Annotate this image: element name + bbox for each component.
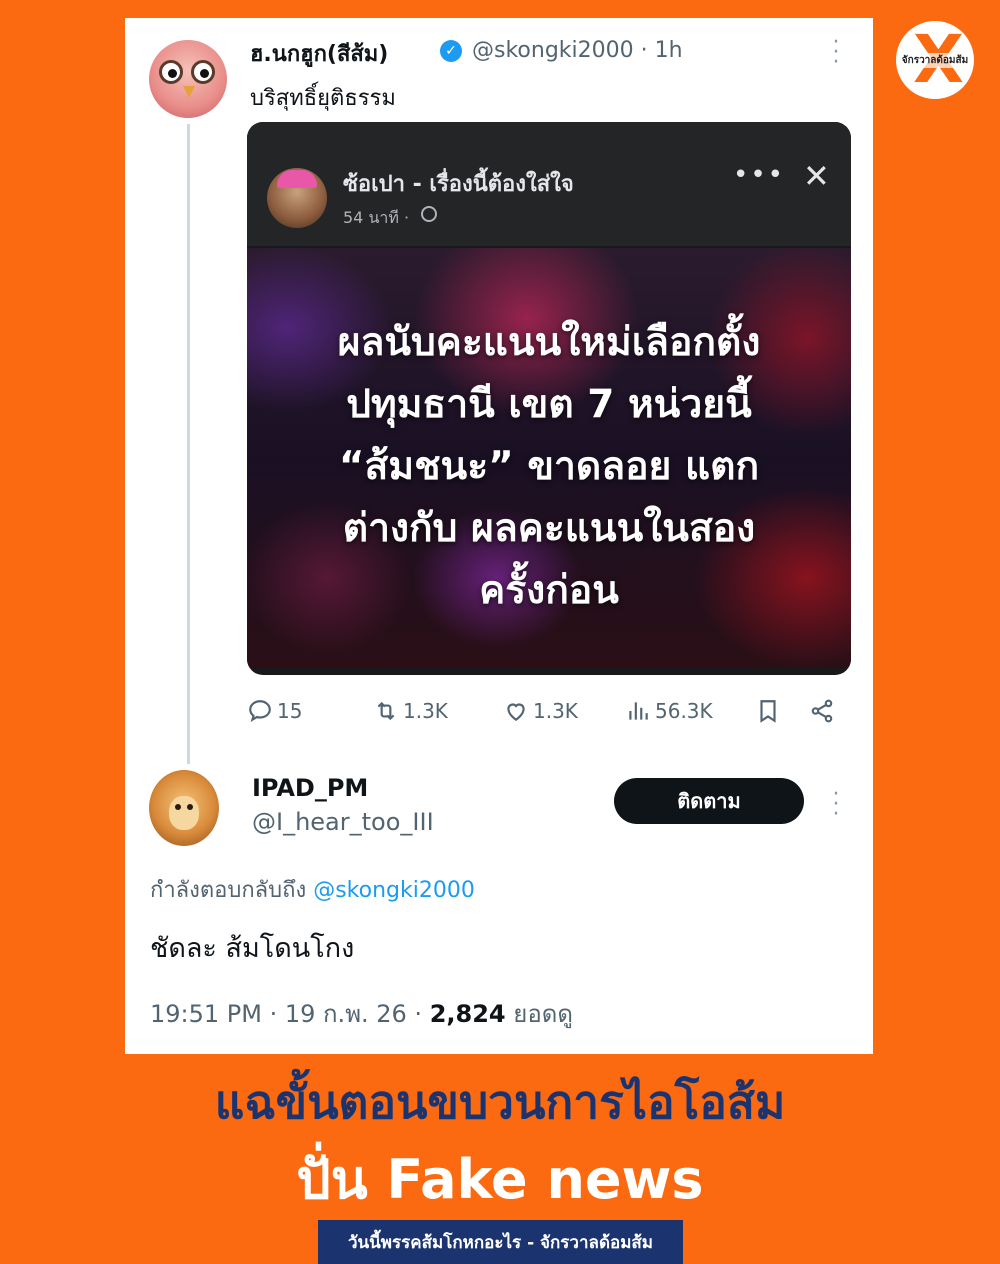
avatar-eye-left	[175, 804, 181, 810]
reply-icon	[249, 700, 271, 722]
follow-button[interactable]: ติดตาม	[614, 778, 804, 824]
tweet-media-screenshot[interactable]: ซ้อเปา - เรื่องนี้ต้องใส่ใจ 54 นาที · ••…	[247, 122, 851, 675]
like-button[interactable]: 1.3K	[503, 698, 578, 724]
bookmark-icon	[760, 700, 776, 723]
reply-author-handle[interactable]: @I_hear_too_III	[252, 808, 434, 836]
replying-to-label: กำลังตอบกลับถึง	[150, 878, 307, 903]
thread-connector-line	[187, 124, 190, 764]
fb-page-name: ซ้อเปา - เรื่องนี้ต้องใส่ใจ	[343, 172, 574, 197]
views-chart-icon	[629, 702, 648, 720]
tweet-handle[interactable]: @skongki2000	[472, 38, 634, 63]
views-button[interactable]: 56.3K	[625, 698, 713, 724]
headline-line: “ส้มชนะ” ขาดลอย แตก	[338, 444, 760, 489]
avatar-eye-right	[187, 804, 193, 810]
fb-page-avatar	[267, 168, 327, 228]
caption-headline: แฉขั้นตอนขบวนการไอโอส้ม	[214, 1075, 786, 1129]
tweet-author-handle-time[interactable]: @skongki2000 · 1h	[472, 38, 683, 63]
caption-subheadline: ปั่น Fake news	[296, 1148, 704, 1211]
tweet-time: · 1h	[640, 38, 683, 63]
fb-post-time: 54 นาที ·	[343, 208, 410, 227]
share-icon	[811, 699, 833, 723]
headline-line: ครั้งก่อน	[479, 568, 619, 613]
lion-avatar[interactable]	[149, 770, 219, 846]
avatar-eye-right	[191, 60, 215, 84]
more-options-icon[interactable]: · · ·	[826, 32, 846, 74]
reply-meta: 19:51 PM · 19 ก.พ. 26 · 2,824 ยอดดู	[150, 994, 573, 1033]
image-headline: ผลนับคะแนนใหม่เลือกตั้ง ปทุมธานี เขต 7 ห…	[247, 312, 851, 622]
headline-line: ปทุมธานี เขต 7 หน่วยนี้	[346, 382, 752, 427]
avatar-face	[169, 796, 199, 830]
replying-to-mention[interactable]: @skongki2000	[313, 878, 475, 903]
replying-to-line: กำลังตอบกลับถึง @skongki2000	[150, 872, 475, 907]
avatar-eye-left	[159, 60, 183, 84]
fb-post-header: ซ้อเปา - เรื่องนี้ต้องใส่ใจ 54 นาที · ••…	[247, 122, 851, 246]
tweet-author-name[interactable]: ฮ.นกฮูก(สีส้ม)	[250, 36, 388, 71]
more-horizontal-icon: •••	[733, 160, 786, 190]
retweet-icon	[377, 701, 395, 721]
avatar-beak	[183, 86, 195, 98]
bookmark-button[interactable]	[755, 698, 781, 724]
more-options-icon[interactable]: · · ·	[826, 784, 846, 826]
retweet-count: 1.3K	[403, 699, 448, 723]
reply-button[interactable]: 15	[247, 698, 302, 724]
share-button[interactable]	[809, 698, 835, 724]
views-count: 56.3K	[655, 699, 713, 723]
reply-view-label: ยอดดู	[513, 1000, 573, 1028]
reply-view-count: 2,824	[429, 1000, 506, 1028]
tweet-text: บริสุทธิ์ยุติธรรม	[250, 86, 396, 111]
heart-icon	[507, 703, 525, 721]
logo-text: จักรวาลด้อมส้ม	[899, 52, 971, 68]
owl-avatar[interactable]	[149, 40, 227, 118]
footer-banner: วันนี้พรรคส้มโกหกอะไร - จักรวาลด้อมส้ม	[318, 1220, 683, 1264]
reply-author-name[interactable]: IPAD_PM	[252, 774, 368, 802]
reply-timestamp[interactable]: 19:51 PM · 19 ก.พ. 26 ·	[150, 1000, 422, 1028]
verified-badge-icon: ✓	[440, 40, 462, 62]
tweet-action-bar: 15 1.3K 1.3K 56.3K	[247, 694, 847, 730]
like-count: 1.3K	[533, 699, 578, 723]
globe-icon	[421, 206, 437, 222]
reply-count: 15	[277, 699, 303, 723]
headline-line: ต่างกับ ผลคะแนนในสอง	[342, 506, 756, 551]
fb-post-image: ผลนับคะแนนใหม่เลือกตั้ง ปทุมธานี เขต 7 ห…	[247, 248, 851, 668]
headline-line: ผลนับคะแนนใหม่เลือกตั้ง	[337, 320, 761, 365]
retweet-button[interactable]: 1.3K	[373, 698, 448, 724]
avatar-hat	[277, 170, 317, 188]
close-icon: ✕	[803, 157, 830, 195]
reply-text: ชัดละ ส้มโดนโกง	[150, 933, 355, 964]
footer-text: วันนี้พรรคส้มโกหกอะไร - จักรวาลด้อมส้ม	[348, 1232, 653, 1253]
brand-logo: X จักรวาลด้อมส้ม	[893, 18, 977, 102]
